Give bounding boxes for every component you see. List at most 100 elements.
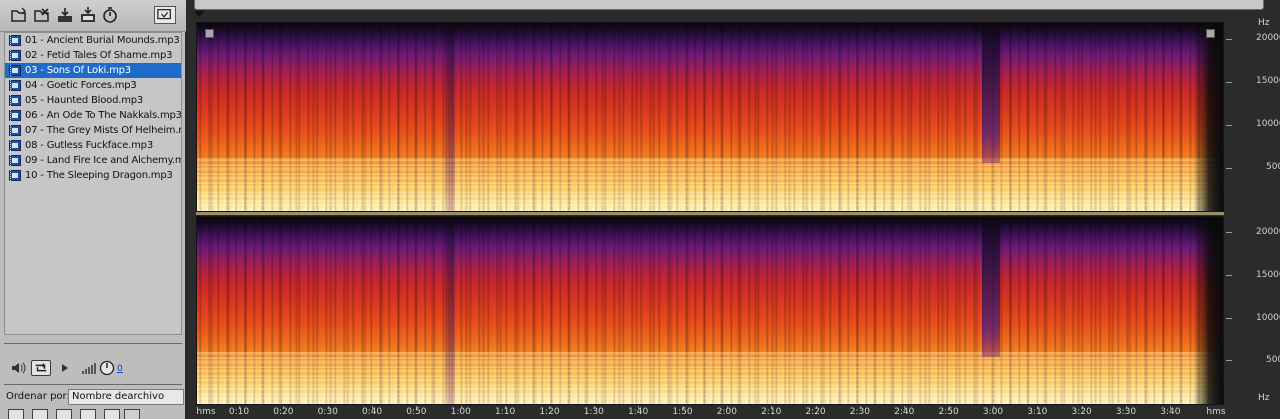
list-item[interactable]: 04 - Goetic Forces.mp3	[5, 78, 181, 93]
file-name: 06 - An Ode To The Nakkals.mp3	[25, 110, 182, 121]
fade-out-handle-icon[interactable]	[1206, 29, 1215, 38]
channel-divider	[196, 212, 1224, 215]
playhead-marker-icon[interactable]	[194, 11, 204, 17]
time-tick-label: 0:20	[273, 407, 294, 417]
hz-tick	[1226, 275, 1232, 276]
hz-tick-label: 15000	[1256, 270, 1280, 280]
speaker-icon[interactable]	[10, 360, 28, 376]
time-tick-label: 2:20	[805, 407, 826, 417]
list-item[interactable]: 08 - Gutless Fuckface.mp3	[5, 138, 181, 153]
audio-file-icon	[9, 140, 21, 151]
time-tick-label: 3:00	[982, 407, 1004, 417]
time-tick-label: 2:00	[716, 407, 737, 417]
hz-tick-label: 20000	[1256, 227, 1280, 237]
frequency-axis-bottom: 20000 15000 10000 5000 Hz	[1226, 216, 1280, 406]
sort-row: Ordenar por: Nombre dearchivo	[0, 388, 186, 406]
spectrogram-dip	[982, 217, 1000, 357]
preview-transport	[0, 354, 186, 382]
spectrogram-low-band	[197, 158, 1223, 211]
list-item[interactable]: 09 - Land Fire Ice and Alchemy.mp3	[5, 153, 182, 168]
hz-tick-label: 20000	[1256, 33, 1280, 43]
list-item[interactable]: 02 - Fetid Tales Of Shame.mp3	[5, 48, 181, 63]
spectrogram-right-channel[interactable]	[196, 216, 1224, 405]
time-tick-label: 3:20	[1071, 407, 1092, 417]
file-name: 03 - Sons Of Loki.mp3	[25, 65, 131, 76]
time-unit-label: hms	[1206, 407, 1226, 417]
files-panel: 01 - Ancient Burial Mounds.mp3 02 - Feti…	[0, 0, 186, 419]
hz-tick-label: 10000	[1256, 313, 1280, 323]
extract-icon[interactable]	[79, 6, 97, 24]
import-icon[interactable]	[56, 6, 74, 24]
panel-popout-icon[interactable]	[154, 6, 176, 24]
time-tick-label: 3:40	[1160, 407, 1181, 417]
hz-unit-label: Hz	[1258, 18, 1270, 28]
time-tick-label: 2:30	[849, 407, 870, 417]
volume-value[interactable]: 0	[117, 364, 123, 374]
time-unit-label: hms	[196, 407, 216, 417]
view-icons-icon[interactable]	[56, 409, 72, 419]
hz-tick	[1226, 125, 1232, 126]
time-tick-label: 3:10	[1027, 407, 1048, 417]
loop-icon[interactable]	[31, 360, 51, 376]
list-item[interactable]: 05 - Haunted Blood.mp3	[5, 93, 181, 108]
open-file-icon[interactable]	[10, 6, 28, 24]
time-ruler[interactable]: hms hms 0:10 0:20 0:30 0:40 0:50 1:00 1:10 1:20…	[196, 406, 1236, 419]
spectrogram-tail	[1193, 217, 1223, 404]
hz-tick-label: 5000	[1266, 355, 1280, 365]
time-tick-label: 2:50	[938, 407, 959, 417]
play-icon[interactable]	[56, 360, 74, 376]
time-tick-label: 1:20	[539, 407, 560, 417]
spectrogram-dip	[982, 23, 1000, 163]
list-item[interactable]: 10 - The Sleeping Dragon.mp3	[5, 168, 181, 183]
file-list[interactable]: 01 - Ancient Burial Mounds.mp3 02 - Feti…	[4, 32, 182, 335]
hz-tick	[1226, 232, 1232, 233]
horizontal-zoom-scrollbar[interactable]	[194, 0, 1264, 10]
spectrogram-tail	[1193, 23, 1223, 211]
spectrogram-dip	[445, 23, 455, 211]
view-list-icon[interactable]	[8, 409, 24, 419]
add-folder-icon[interactable]	[80, 409, 96, 419]
time-tick-label: 1:00	[450, 407, 471, 417]
list-item-selected[interactable]: 03 - Sons Of Loki.mp3	[5, 63, 181, 78]
filter-icon[interactable]	[104, 409, 120, 419]
files-toolbar	[0, 0, 186, 32]
audio-file-icon	[9, 80, 21, 91]
autoplay-icon[interactable]	[101, 6, 119, 24]
file-name: 09 - Land Fire Ice and Alchemy.mp3	[25, 155, 182, 166]
audio-file-icon	[9, 50, 21, 61]
folder-icon[interactable]	[124, 409, 140, 419]
hz-tick	[1226, 318, 1232, 319]
hz-unit-label: Hz	[1258, 393, 1270, 403]
audio-file-icon	[9, 95, 21, 106]
spectrogram-left-channel[interactable]	[196, 22, 1224, 212]
close-file-icon[interactable]	[33, 6, 51, 24]
file-name: 04 - Goetic Forces.mp3	[25, 80, 137, 91]
time-tick-label: 1:40	[628, 407, 649, 417]
spectrogram-low-band	[197, 351, 1223, 404]
audio-file-icon	[9, 65, 21, 76]
audio-editor-window: 01 - Ancient Burial Mounds.mp3 02 - Feti…	[0, 0, 1280, 419]
time-tick-label: 1:30	[583, 407, 604, 417]
spectrogram-dip	[445, 217, 455, 404]
sort-label: Ordenar por:	[6, 391, 70, 402]
hz-tick	[1226, 360, 1232, 361]
time-tick-label: 0:30	[317, 407, 338, 417]
files-bottom-toolbar	[0, 408, 186, 419]
sort-dropdown[interactable]: Nombre dearchivo	[68, 389, 184, 405]
audio-file-icon	[9, 155, 21, 166]
file-name: 02 - Fetid Tales Of Shame.mp3	[25, 50, 173, 61]
hz-tick-label: 15000	[1256, 76, 1280, 86]
file-name: 07 - The Grey Mists Of Helheim.mp3	[25, 125, 181, 136]
file-name: 01 - Ancient Burial Mounds.mp3	[25, 35, 180, 46]
list-item[interactable]: 07 - The Grey Mists Of Helheim.mp3	[5, 123, 181, 138]
time-tick-label: 1:50	[672, 407, 693, 417]
file-name: 10 - The Sleeping Dragon.mp3	[25, 170, 173, 181]
list-item[interactable]: 06 - An Ode To The Nakkals.mp3	[5, 108, 182, 123]
list-item[interactable]: 01 - Ancient Burial Mounds.mp3	[5, 33, 181, 48]
frequency-axis-top: Hz 20000 15000 10000 5000	[1226, 16, 1280, 212]
fade-in-handle-icon[interactable]	[205, 29, 214, 38]
time-tick-label: 0:40	[361, 407, 383, 417]
audio-file-icon	[9, 125, 21, 136]
volume-knob-icon[interactable]	[98, 360, 116, 376]
view-details-icon[interactable]	[32, 409, 48, 419]
